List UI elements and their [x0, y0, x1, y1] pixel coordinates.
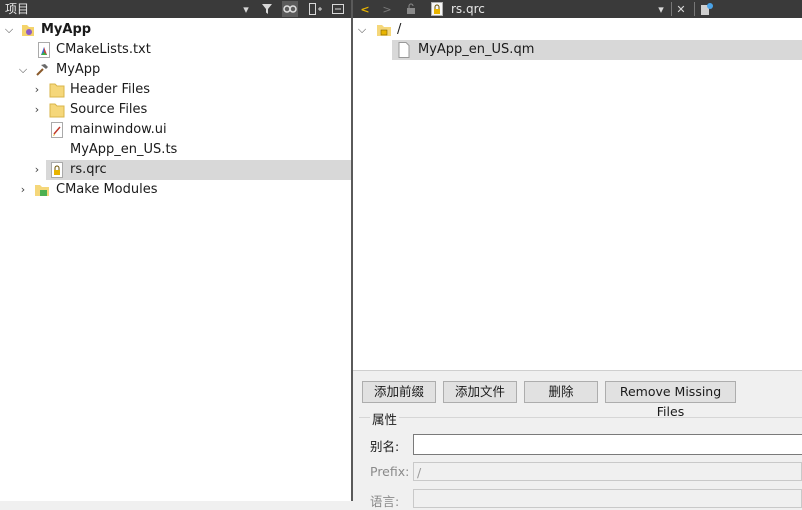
- prefix-input[interactable]: /: [413, 462, 802, 481]
- resource-editor-panel: 添加前缀 添加文件 删除 Remove Missing Files 属性 别名:…: [353, 370, 802, 509]
- split-editor-icon[interactable]: [699, 1, 715, 17]
- tree-item-label: CMake Modules: [56, 182, 158, 197]
- qrc-file-icon: [51, 162, 63, 178]
- qrc-file-icon: [429, 1, 445, 17]
- resource-tree: ⌵ / MyApp_en_US.qm: [353, 18, 802, 370]
- tree-item-label: rs.qrc: [70, 162, 107, 177]
- tree-item-label: mainwindow.ui: [70, 122, 167, 137]
- project-tree: ⌵ MyApp CMakeLists.txt ⌵ MyApp › Header …: [0, 18, 351, 501]
- tree-item-rs-qrc[interactable]: › rs.qrc: [0, 160, 351, 180]
- project-icon: [22, 25, 34, 36]
- file-icon: [398, 42, 410, 58]
- resource-file-item[interactable]: MyApp_en_US.qm: [392, 40, 802, 60]
- tree-item-cmake-modules[interactable]: › CMake Modules: [0, 180, 351, 200]
- expand-down-chevron-icon[interactable]: ⌵: [17, 60, 29, 80]
- properties-group-title: 属性: [370, 409, 400, 428]
- close-pane-icon[interactable]: [330, 1, 346, 17]
- pane-selector-chevron-down-icon[interactable]: ▾: [238, 1, 254, 17]
- tree-item-header-files[interactable]: › Header Files: [0, 80, 351, 100]
- folder-icon: [49, 103, 65, 118]
- open-document-name[interactable]: rs.qrc: [451, 0, 485, 18]
- tree-item-source-files[interactable]: › Source Files: [0, 100, 351, 120]
- document-list-chevron-down-icon[interactable]: ▾: [653, 1, 669, 17]
- expand-right-chevron-icon[interactable]: ›: [31, 80, 43, 100]
- forward-arrow-icon[interactable]: >: [379, 1, 395, 17]
- add-prefix-button[interactable]: 添加前缀: [362, 381, 436, 403]
- resource-prefix-item[interactable]: ⌵ /: [353, 20, 802, 40]
- lock-icon[interactable]: [403, 1, 419, 17]
- tree-item-cmakelists[interactable]: CMakeLists.txt: [0, 40, 351, 60]
- properties-divider: [359, 417, 802, 418]
- expand-right-chevron-icon[interactable]: ›: [31, 160, 43, 180]
- split-view-icon[interactable]: [307, 1, 323, 17]
- tree-item-project-root[interactable]: ⌵ MyApp: [0, 20, 351, 40]
- remove-missing-files-button[interactable]: Remove Missing Files: [605, 381, 736, 419]
- tree-item-label: MyApp: [56, 62, 101, 77]
- add-files-button[interactable]: 添加文件: [443, 381, 517, 403]
- resource-file-label: MyApp_en_US.qm: [418, 42, 535, 57]
- hammer-icon: [36, 64, 48, 76]
- tree-item-translation-ts[interactable]: MyApp_en_US.ts: [0, 140, 351, 160]
- tree-item-label: Header Files: [70, 82, 150, 97]
- alias-label: 别名:: [370, 439, 400, 454]
- expand-right-chevron-icon[interactable]: ›: [17, 180, 29, 200]
- back-arrow-icon[interactable]: <: [357, 1, 373, 17]
- tree-item-label: MyApp: [41, 22, 92, 37]
- tree-item-label: Source Files: [70, 102, 148, 117]
- language-input[interactable]: [413, 489, 802, 508]
- cmake-modules-icon: [35, 185, 49, 196]
- project-pane-title: 项目: [5, 2, 30, 16]
- filter-icon[interactable]: [259, 1, 275, 17]
- tree-item-mainwindow-ui[interactable]: mainwindow.ui: [0, 120, 351, 140]
- prefix-field-label: Prefix:: [370, 464, 410, 479]
- expand-down-chevron-icon[interactable]: ⌵: [3, 20, 15, 40]
- tree-item-label: CMakeLists.txt: [56, 42, 151, 57]
- tree-item-myapp-target[interactable]: ⌵ MyApp: [0, 60, 351, 80]
- editor-toolbar: < > rs.qrc ▾ ✕: [353, 0, 802, 18]
- expand-right-chevron-icon[interactable]: ›: [31, 100, 43, 120]
- prefix-label: /: [397, 22, 402, 37]
- link-with-editor-icon[interactable]: [282, 1, 298, 17]
- project-toolbar: 项目 ▾: [0, 0, 351, 18]
- ui-form-file-icon: [51, 122, 63, 138]
- alias-input[interactable]: [413, 434, 802, 455]
- tree-item-label: MyApp_en_US.ts: [70, 142, 178, 157]
- prefix-lock-folder-icon: [377, 25, 391, 36]
- remove-button[interactable]: 删除: [524, 381, 598, 403]
- cmake-file-icon: [38, 42, 50, 58]
- expand-down-chevron-icon[interactable]: ⌵: [356, 20, 368, 40]
- close-document-icon[interactable]: ✕: [673, 1, 689, 17]
- folder-icon: [49, 83, 65, 98]
